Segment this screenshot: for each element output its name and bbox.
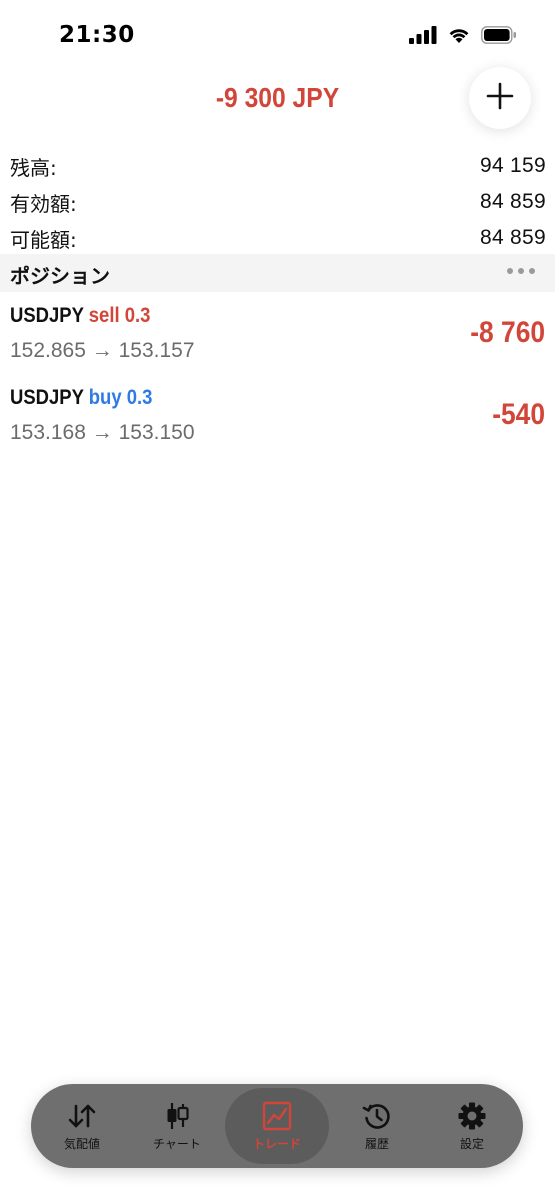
- positions-section-header: ポジション: [0, 254, 555, 292]
- status-icons: [409, 26, 517, 48]
- status-time: 21:30: [59, 22, 135, 48]
- tab-label: 設定: [459, 1136, 484, 1151]
- position-row[interactable]: USDJPY buy 0.3 153.168 → 153.150 -540: [0, 374, 555, 456]
- equity-row: 有効額: 84 859: [10, 184, 546, 220]
- positions-section-title: ポジション: [10, 264, 110, 288]
- candlestick-chart-icon: [162, 1101, 192, 1131]
- balance-label: 残高:: [10, 155, 57, 180]
- position-volume: 0.3: [124, 304, 151, 327]
- free-margin-value: 84 859: [479, 226, 546, 249]
- position-current-price: 153.157: [118, 339, 195, 362]
- tab-label: チャート: [153, 1136, 201, 1151]
- position-header: USDJPY buy 0.3: [10, 386, 152, 410]
- balance-value: 94 159: [479, 154, 546, 177]
- tab-history[interactable]: 履歴: [330, 1088, 424, 1164]
- tab-quotes[interactable]: 気配値: [35, 1088, 129, 1164]
- add-button[interactable]: [469, 67, 531, 129]
- arrow-right-icon: →: [91, 339, 113, 362]
- total-profit: -9 300 JPY: [215, 82, 340, 113]
- status-bar: 21:30: [0, 0, 555, 70]
- free-margin-label: 可能額:: [10, 227, 77, 252]
- history-clock-icon: [362, 1101, 392, 1131]
- positions-list: USDJPY sell 0.3 152.865 → 153.157 -8 760…: [0, 292, 555, 456]
- gear-icon: [457, 1101, 487, 1131]
- tab-label: トレード: [252, 1136, 301, 1151]
- trade-chart-icon: [262, 1101, 292, 1131]
- position-profit: -8 760: [470, 316, 545, 349]
- position-symbol: USDJPY: [10, 386, 84, 409]
- position-prices: 153.168 → 153.150: [10, 421, 195, 445]
- position-side: buy: [88, 386, 122, 409]
- free-margin-row: 可能額: 84 859: [10, 220, 546, 256]
- position-open-price: 152.865: [10, 339, 86, 362]
- position-current-price: 153.150: [118, 421, 195, 444]
- equity-label: 有効額:: [10, 191, 77, 216]
- more-horizontal-icon[interactable]: [507, 268, 535, 274]
- tab-label: 履歴: [364, 1136, 389, 1151]
- position-prices: 152.865 → 153.157: [10, 339, 195, 363]
- account-summary: 残高: 94 159 有効額: 84 859 可能額: 84 859: [10, 148, 546, 256]
- bottom-tab-bar: 気配値 チャート トレード 履歴 設定: [31, 1084, 523, 1168]
- tab-label: 気配値: [63, 1136, 100, 1151]
- header: -9 300 JPY: [0, 62, 555, 134]
- wifi-icon: [447, 26, 471, 48]
- tab-settings[interactable]: 設定: [425, 1088, 519, 1164]
- position-profit: -540: [492, 398, 545, 431]
- arrow-right-icon: →: [91, 421, 113, 444]
- position-symbol: USDJPY: [10, 304, 84, 327]
- tab-trade[interactable]: トレード: [225, 1088, 329, 1164]
- position-side: sell: [88, 304, 120, 327]
- balance-row: 残高: 94 159: [10, 148, 546, 184]
- battery-icon: [481, 26, 517, 48]
- quotes-arrows-icon: [67, 1101, 97, 1131]
- cellular-signal-icon: [409, 26, 437, 48]
- tab-chart[interactable]: チャート: [130, 1088, 224, 1164]
- position-header: USDJPY sell 0.3: [10, 304, 150, 328]
- plus-icon: [486, 82, 514, 114]
- position-volume: 0.3: [126, 386, 153, 409]
- position-open-price: 153.168: [10, 421, 86, 444]
- equity-value: 84 859: [479, 190, 546, 213]
- position-row[interactable]: USDJPY sell 0.3 152.865 → 153.157 -8 760: [0, 292, 555, 374]
